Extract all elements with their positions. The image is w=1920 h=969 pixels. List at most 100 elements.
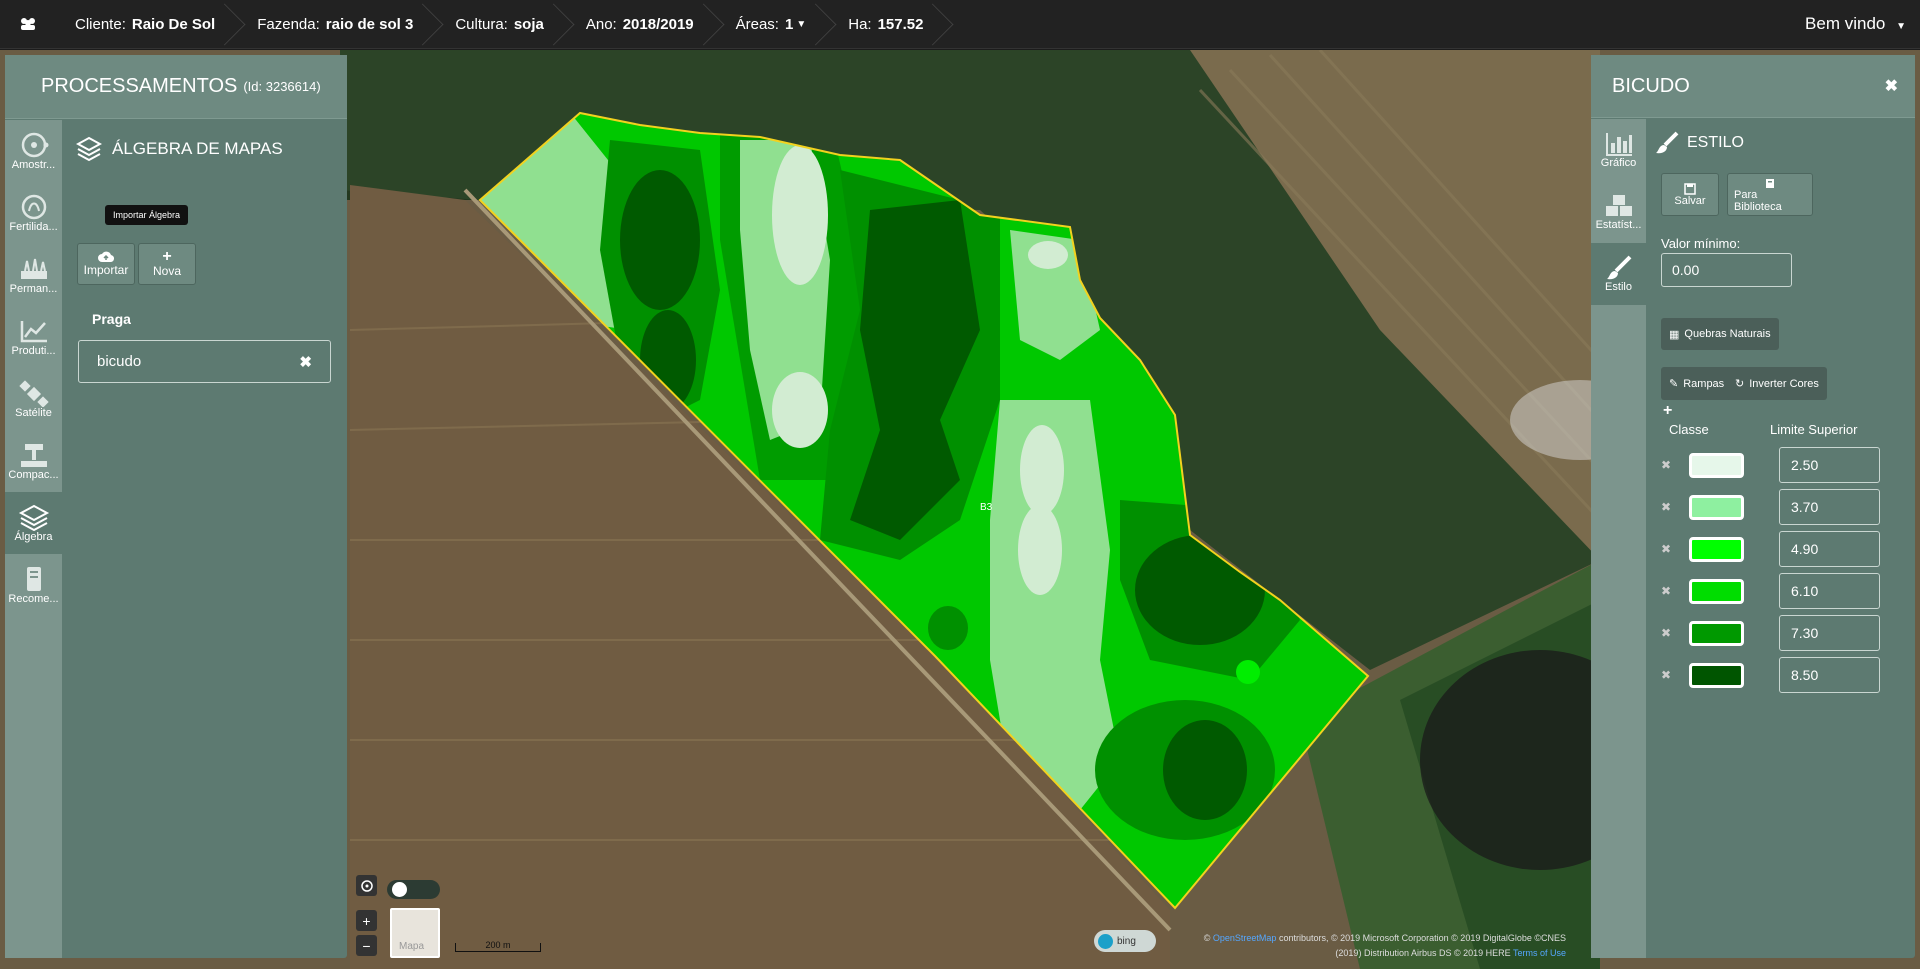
nav-amostragem[interactable]: Amostr... xyxy=(5,120,62,182)
new-button[interactable]: + Nova xyxy=(138,243,196,285)
remove-icon[interactable]: ✖ xyxy=(1661,668,1687,682)
crumb-value: raio de sol 3 xyxy=(325,15,414,33)
tab-grafico[interactable]: Gráfico xyxy=(1591,119,1646,181)
color-swatch[interactable] xyxy=(1689,536,1744,562)
limit-input[interactable]: 8.50 xyxy=(1779,657,1880,693)
tab-estilo[interactable]: Estilo xyxy=(1591,243,1646,305)
breadcrumb-cultura[interactable]: Cultura: soja xyxy=(435,0,566,49)
attribution-line1: contributors, © 2019 Microsoft Corporati… xyxy=(1278,933,1566,943)
color-swatch[interactable] xyxy=(1689,620,1744,646)
library-label: Para Biblioteca xyxy=(1734,188,1782,213)
locate-button[interactable] xyxy=(356,875,377,896)
nav-label: Produti... xyxy=(11,345,56,357)
bing-logo: bing xyxy=(1094,930,1156,952)
osm-link[interactable]: OpenStreetMap xyxy=(1213,933,1277,943)
remove-icon[interactable]: ✖ xyxy=(1661,458,1687,472)
algebra-title: ÁLGEBRA DE MAPAS xyxy=(76,136,283,162)
crumb-value: Raio De Sol xyxy=(131,15,216,33)
class-column-header: Classe xyxy=(1669,422,1709,437)
ramps-button[interactable]: ✎ Rampas xyxy=(1661,367,1733,400)
natural-breaks-button[interactable]: ▦ Quebras Naturais xyxy=(1661,318,1779,350)
brush-icon xyxy=(1606,255,1631,280)
plus-icon: + xyxy=(162,248,172,265)
layer-toggle[interactable] xyxy=(387,880,440,899)
permanent-icon xyxy=(20,258,47,279)
nav-label: Álgebra xyxy=(14,531,53,543)
map-attribution: © OpenStreetMap contributors, © 2019 Mic… xyxy=(1203,933,1566,958)
min-value-label: Valor mínimo: xyxy=(1661,236,1741,251)
color-swatch[interactable] xyxy=(1689,662,1744,688)
tab-label: Estatíst... xyxy=(1595,219,1642,231)
min-value-input[interactable] xyxy=(1661,253,1792,287)
limit-input[interactable]: 3.70 xyxy=(1779,489,1880,525)
class-row: ✖ 3.70 xyxy=(1661,489,1880,525)
nav-label: Satélite xyxy=(15,407,52,419)
nav-permanente[interactable]: Perman... xyxy=(5,244,62,306)
section-title: ÁLGEBRA DE MAPAS xyxy=(112,139,283,158)
productivity-icon xyxy=(20,321,47,343)
welcome-text: Bem vindo xyxy=(1805,14,1886,33)
zoom-in-button[interactable]: + xyxy=(356,910,377,931)
home-button[interactable] xyxy=(0,0,55,49)
refresh-icon: ↻ xyxy=(1735,378,1745,390)
remove-icon[interactable]: ✖ xyxy=(1661,542,1687,556)
breadcrumb-ha: Ha: 157.52 xyxy=(828,0,945,49)
remove-icon[interactable]: ✖ xyxy=(1661,500,1687,514)
bing-icon xyxy=(1098,933,1113,949)
field-label: B3 xyxy=(980,502,993,513)
color-swatch[interactable] xyxy=(1689,578,1744,604)
crumb-label: Cultura: xyxy=(455,15,508,33)
nav-label: Compac... xyxy=(8,469,59,481)
compaction-icon xyxy=(20,444,47,467)
save-button[interactable]: Salvar xyxy=(1661,173,1719,216)
nav-label: Amostr... xyxy=(11,159,56,171)
nav-algebra[interactable]: Álgebra xyxy=(5,492,62,554)
cloud-upload-icon xyxy=(98,251,114,263)
nav-recomendacao[interactable]: Recome... xyxy=(5,554,62,616)
recommendation-icon xyxy=(26,567,41,591)
basemap-switcher[interactable]: Mapa xyxy=(390,908,440,958)
nav-label: Perman... xyxy=(9,283,58,295)
tab-label: Gráfico xyxy=(1600,157,1637,169)
new-label: Nova xyxy=(152,264,181,278)
invert-colors-label: Inverter Cores xyxy=(1749,377,1819,390)
invert-colors-button[interactable]: ↻ Inverter Cores xyxy=(1727,367,1827,400)
crumb-label: Ha: xyxy=(848,15,872,33)
remove-icon[interactable]: ✖ xyxy=(1661,584,1687,598)
nav-satelite[interactable]: Satélite xyxy=(5,368,62,430)
crumb-label: Fazenda: xyxy=(257,15,320,33)
zoom-out-button[interactable]: − xyxy=(356,935,377,956)
book-icon xyxy=(1766,178,1774,188)
remove-icon[interactable]: ✖ xyxy=(1661,626,1687,640)
crumb-label: Áreas: xyxy=(735,15,779,33)
breadcrumb-ano[interactable]: Ano: 2018/2019 xyxy=(566,0,716,49)
praga-item[interactable]: bicudo ✖ xyxy=(78,340,331,383)
crumb-value: soja xyxy=(513,15,544,33)
crumb-label: Cliente: xyxy=(75,15,126,33)
limit-input[interactable]: 6.10 xyxy=(1779,573,1880,609)
layer-nav: Gráfico Estatíst... Estilo xyxy=(1591,119,1646,958)
nav-compactacao[interactable]: Compac... xyxy=(5,430,62,492)
library-button[interactable]: Para Biblioteca xyxy=(1727,173,1813,216)
color-swatch[interactable] xyxy=(1689,494,1744,520)
brush-icon: ✎ xyxy=(1669,378,1679,390)
satellite-icon xyxy=(18,380,49,407)
close-icon[interactable]: ✖ xyxy=(299,353,312,371)
nav-fertilidade[interactable]: Fertilida... xyxy=(5,182,62,244)
add-class-button[interactable]: + xyxy=(1663,402,1672,420)
limit-input[interactable]: 7.30 xyxy=(1779,615,1880,651)
color-swatch[interactable] xyxy=(1689,452,1744,478)
caret-down-icon: ▼ xyxy=(1896,21,1906,32)
import-button[interactable]: Importar xyxy=(77,243,135,285)
class-row: ✖ 4.90 xyxy=(1661,531,1880,567)
limit-input[interactable]: 4.90 xyxy=(1779,531,1880,567)
user-menu[interactable]: Bem vindo ▼ xyxy=(1805,14,1920,34)
terms-link[interactable]: Terms of Use xyxy=(1513,948,1566,958)
nav-produtividade[interactable]: Produti... xyxy=(5,306,62,368)
close-icon[interactable]: ✖ xyxy=(1885,76,1898,96)
breadcrumb-cliente[interactable]: Cliente: Raio De Sol xyxy=(55,0,237,49)
tab-estatisticas[interactable]: Estatíst... xyxy=(1591,181,1646,243)
breadcrumb-fazenda[interactable]: Fazenda: raio de sol 3 xyxy=(237,0,435,49)
limit-input[interactable]: 2.50 xyxy=(1779,447,1880,483)
breadcrumb-areas[interactable]: Áreas: 1 ▼ xyxy=(716,0,829,49)
